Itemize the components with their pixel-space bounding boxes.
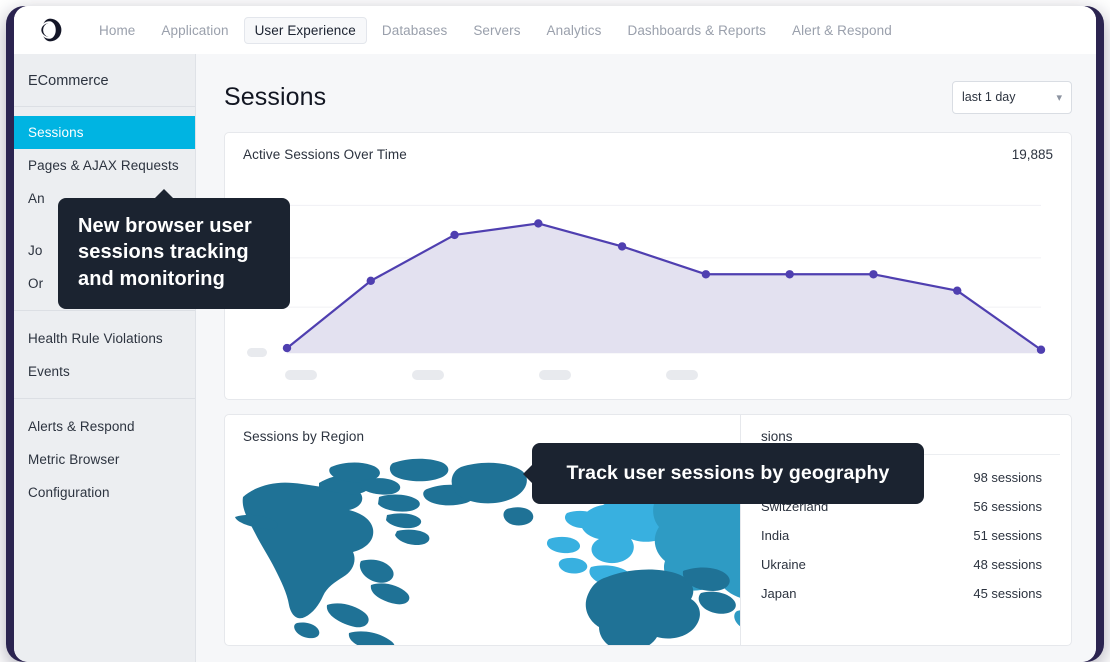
nav-items: Home Application User Experience Databas…	[88, 16, 903, 44]
country-name: Ukraine	[761, 557, 806, 572]
y-axis-label-placeholder	[247, 348, 267, 357]
nav-item-servers[interactable]: Servers	[462, 17, 531, 44]
chart-card-title: Active Sessions Over Time	[243, 147, 407, 162]
page-header: Sessions last 1 day ▾	[224, 76, 1072, 118]
sidebar-item-health-rule-violations[interactable]: Health Rule Violations	[14, 322, 195, 355]
country-sessions: 51 sessions	[973, 528, 1042, 543]
sidebar-item-sessions[interactable]: Sessions	[14, 116, 195, 149]
sidebar-item-events[interactable]: Events	[14, 355, 195, 388]
x-axis-label-placeholder-2	[412, 370, 444, 380]
sidebar-item-alerts-respond[interactable]: Alerts & Respond	[14, 410, 195, 443]
page-title: Sessions	[224, 82, 327, 111]
table-row[interactable]: Ukraine 48 sessions	[741, 550, 1060, 579]
chart-card-header: Active Sessions Over Time 19,885	[225, 133, 1071, 172]
nav-item-alert-respond[interactable]: Alert & Respond	[781, 17, 903, 44]
time-range-value: last 1 day	[962, 90, 1016, 104]
country-sessions: 48 sessions	[973, 557, 1042, 572]
nav-item-analytics[interactable]: Analytics	[536, 17, 613, 44]
country-name: Japan	[761, 586, 797, 601]
country-sessions: 98 sessions	[973, 470, 1042, 485]
country-sessions: 45 sessions	[973, 586, 1042, 601]
sidebar-app-title: ECommerce	[28, 73, 109, 89]
x-axis-label-placeholder-1	[285, 370, 317, 380]
top-navigation-bar: Home Application User Experience Databas…	[14, 6, 1096, 54]
app-window: Home Application User Experience Databas…	[14, 6, 1096, 662]
sidebar-item-pages-ajax[interactable]: Pages & AJAX Requests	[14, 149, 195, 182]
chart-svg	[282, 204, 1046, 354]
nav-item-application[interactable]: Application	[150, 17, 239, 44]
sidebar-item-configuration[interactable]: Configuration	[14, 476, 195, 509]
map-card-title: Sessions by Region	[243, 429, 365, 444]
main-content: Sessions last 1 day ▾ Active Sessions Ov…	[196, 54, 1096, 662]
country-sessions: 56 sessions	[973, 499, 1042, 514]
x-axis-label-placeholder-3	[539, 370, 571, 380]
sessions-line-chart[interactable]	[225, 171, 1061, 401]
nav-item-databases[interactable]: Databases	[371, 17, 458, 44]
tooltip-geography: Track user sessions by geography	[523, 443, 924, 504]
chevron-down-icon: ▾	[1056, 91, 1062, 104]
table-row[interactable]: India 51 sessions	[741, 521, 1060, 550]
time-range-select[interactable]: last 1 day ▾	[952, 80, 1072, 114]
nav-item-home[interactable]: Home	[88, 17, 146, 44]
nav-item-dashboards-reports[interactable]: Dashboards & Reports	[616, 17, 777, 44]
nav-item-user-experience[interactable]: User Experience	[243, 16, 367, 44]
sidebar-item-metric-browser[interactable]: Metric Browser	[14, 443, 195, 476]
table-row[interactable]: Japan 45 sessions	[741, 579, 1060, 608]
active-sessions-card: Active Sessions Over Time 19,885	[224, 132, 1072, 400]
x-axis-label-placeholder-4	[666, 370, 698, 380]
sidebar: ECommerce Sessions Pages & AJAX Requests…	[14, 54, 196, 662]
country-name: India	[761, 528, 790, 543]
tooltip-sessions-tracking: New browser user sessions tracking and m…	[58, 188, 290, 310]
chart-card-metric: 19,885	[1011, 147, 1053, 162]
appdynamics-logo-icon[interactable]	[32, 12, 68, 48]
